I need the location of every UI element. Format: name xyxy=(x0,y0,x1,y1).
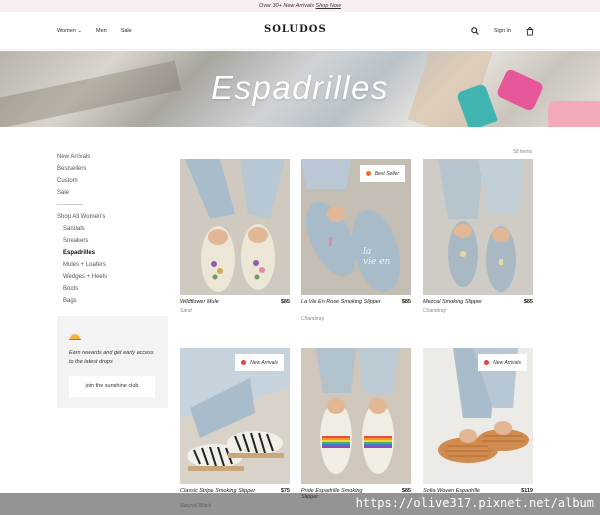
sun-icon xyxy=(69,334,81,340)
new-arrivals-badge: New Arrivals xyxy=(235,354,284,371)
nav-sale[interactable]: Sale xyxy=(121,28,132,34)
nav-right: Sign In xyxy=(471,12,534,50)
product-card[interactable]: New Arrivals Sofia Woven Espadrille $119 xyxy=(423,348,533,508)
brand-logo[interactable]: SOLUDOS xyxy=(264,24,326,35)
svg-text:vie en: vie en xyxy=(363,257,390,267)
product-image[interactable] xyxy=(180,159,290,295)
promo-text: Over 30+ New Arrivals xyxy=(259,3,315,9)
product-color: Sand xyxy=(180,308,192,314)
product-card[interactable]: la vie en Best Seller La Vie En Rose Smo… xyxy=(301,159,411,324)
top-nav: Women ⌄ Men Sale SOLUDOS Sign In xyxy=(0,12,600,50)
sidebar-item-custom[interactable]: Custom xyxy=(57,175,172,187)
badge-label: Best Seller xyxy=(374,170,399,177)
product-image[interactable] xyxy=(423,159,533,295)
product-price: $85 xyxy=(401,299,411,305)
product-price: $85 xyxy=(280,299,290,305)
page-title: Espadrilles xyxy=(211,69,389,106)
shop-now-link[interactable]: Shop Now xyxy=(316,3,341,9)
product-card[interactable]: Pride Espadrille Smoking Slipper $85 xyxy=(301,348,411,508)
product-name[interactable]: Mezcal Smoking Slipper xyxy=(423,299,482,305)
rewards-text: Earn rewards and get early access to the… xyxy=(69,350,154,365)
rewards-panel: Earn rewards and get early access to the… xyxy=(57,316,168,408)
badge-label: New Arrivals xyxy=(493,359,521,366)
promo-bar: Over 30+ New Arrivals Shop Now xyxy=(0,0,600,12)
cart-icon[interactable] xyxy=(525,26,534,36)
product-card[interactable]: Wildflower Mule $85 Sand xyxy=(180,159,290,319)
sidebar-item-shop-all-womens[interactable]: Shop All Women's xyxy=(57,211,172,223)
product-image[interactable] xyxy=(301,348,411,484)
svg-text:la: la xyxy=(363,247,371,257)
search-icon[interactable] xyxy=(471,27,480,36)
sidebar-item-sale[interactable]: Sale xyxy=(57,187,172,199)
nav-women[interactable]: Women ⌄ xyxy=(57,28,82,34)
product-card[interactable]: New Arrivals Classic Stripe Smoking Slip… xyxy=(180,348,290,509)
nav-left: Women ⌄ Men Sale xyxy=(57,12,132,50)
product-card[interactable]: Mezcal Smoking Slipper $85 Chambray xyxy=(423,159,533,319)
sidebar-item-espadrilles[interactable]: Espadrilles xyxy=(57,247,172,259)
sidebar-item-wedges-heels[interactable]: Wedges + Heels xyxy=(57,271,172,283)
item-count: 58 items xyxy=(513,149,532,155)
sidebar-divider xyxy=(57,204,83,205)
watermark-text: https://olive317.pixnet.net/album xyxy=(355,496,594,510)
sidebar-item-new-arrivals[interactable]: New Arrivals xyxy=(57,151,172,163)
watermark-bar: https://olive317.pixnet.net/album xyxy=(0,493,600,515)
fire-icon xyxy=(365,171,371,176)
sidebar-item-boots[interactable]: Boots xyxy=(57,283,172,295)
sidebar-item-mules-loafers[interactable]: Mules + Loafers xyxy=(57,259,172,271)
hero-banner: Espadrilles xyxy=(0,51,600,127)
product-name[interactable]: La Vie En Rose Smoking Slipper xyxy=(301,299,391,305)
product-color: Chambray xyxy=(301,316,325,322)
sidebar-item-bags[interactable]: Bags xyxy=(57,295,172,307)
category-sidebar: New Arrivals Bestsellers Custom Sale Sho… xyxy=(57,151,172,307)
sidebar-item-sandals[interactable]: Sandals xyxy=(57,223,172,235)
product-name[interactable]: Wildflower Mule xyxy=(180,299,219,305)
tag-icon xyxy=(484,360,490,365)
join-club-button[interactable]: join the sunshine club xyxy=(69,376,155,397)
best-seller-badge: Best Seller xyxy=(359,165,405,182)
product-price: $85 xyxy=(523,299,533,305)
badge-label: New Arrivals xyxy=(250,359,278,366)
tag-icon xyxy=(241,360,247,365)
nav-men[interactable]: Men xyxy=(96,28,107,34)
new-arrivals-badge: New Arrivals xyxy=(478,354,527,371)
sidebar-item-bestsellers[interactable]: Bestsellers xyxy=(57,163,172,175)
sign-in-link[interactable]: Sign In xyxy=(494,28,511,34)
sidebar-item-sneakers[interactable]: Sneakers xyxy=(57,235,172,247)
product-color: Chambray xyxy=(423,308,447,314)
